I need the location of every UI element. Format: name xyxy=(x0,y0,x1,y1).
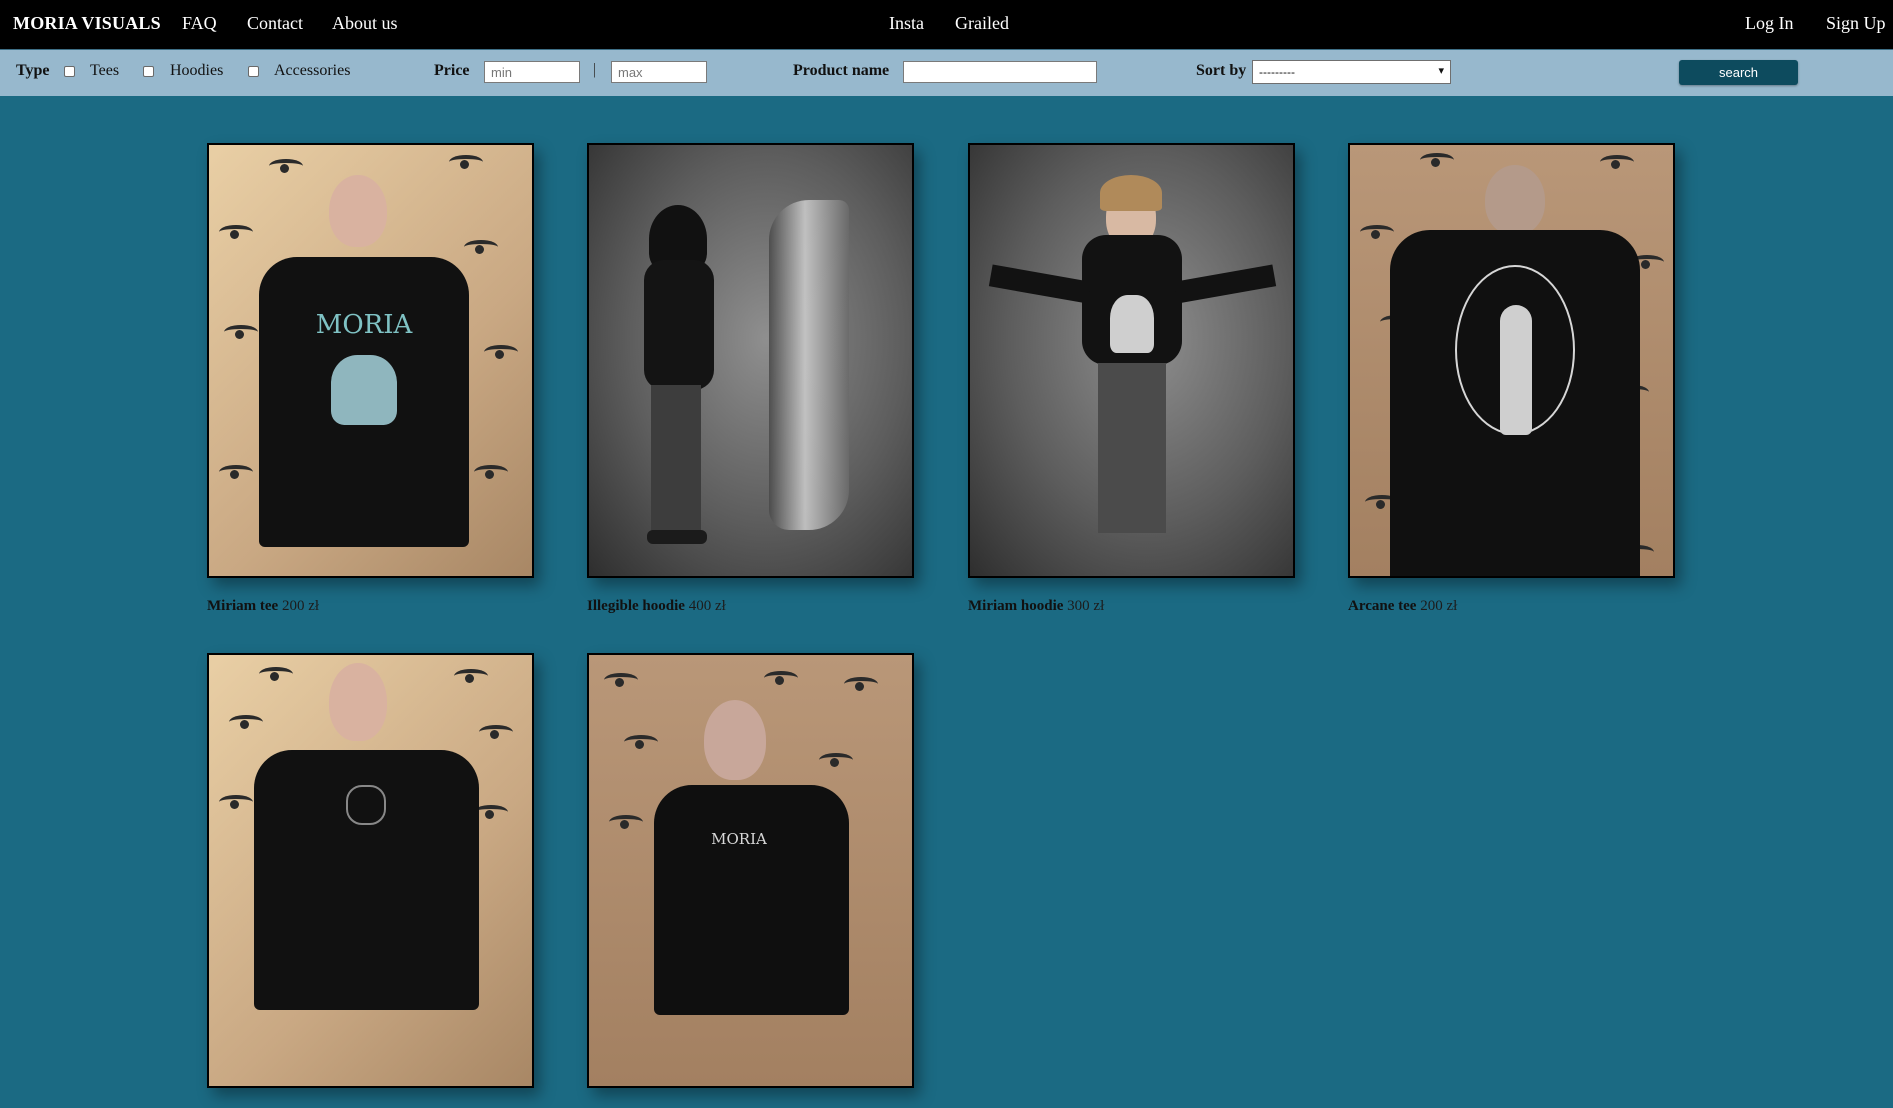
eye-pattern xyxy=(1420,153,1454,167)
chrome-logo-sculpture xyxy=(769,200,849,530)
miriam-face-print xyxy=(1110,295,1154,353)
eye-pattern xyxy=(474,805,508,819)
nav-link-log-in[interactable]: Log In xyxy=(1745,13,1794,34)
model-legs xyxy=(651,385,701,535)
eye-pattern xyxy=(1360,225,1394,239)
product-price: 400 zł xyxy=(688,598,726,614)
eye-pattern xyxy=(464,240,498,254)
product-image[interactable] xyxy=(587,143,914,578)
eye-pattern xyxy=(484,345,518,359)
product-caption: Illegible hoodie 400 zł xyxy=(587,598,914,615)
eye-pattern xyxy=(604,673,638,687)
eye-pattern xyxy=(1600,155,1634,169)
product-price: 200 zł xyxy=(281,598,320,614)
model-head xyxy=(329,175,387,247)
product-image[interactable] xyxy=(968,143,1295,578)
nav-link-faq[interactable]: FAQ xyxy=(182,13,217,34)
eye-pattern xyxy=(474,465,508,479)
nav-link-insta[interactable]: Insta xyxy=(889,13,924,34)
product-image[interactable] xyxy=(207,653,534,1088)
hoodies-label: Hoodies xyxy=(170,62,224,79)
price-max-input[interactable]: max xyxy=(611,61,707,83)
accessories-checkbox[interactable] xyxy=(248,66,259,77)
moria-print-text: MORIA xyxy=(711,830,767,848)
eye-pattern xyxy=(479,725,513,739)
model-head xyxy=(1485,165,1545,235)
filter-bar: Type Tees Hoodies Accessories Price min … xyxy=(0,49,1893,96)
eye-pattern xyxy=(449,155,483,169)
eye-pattern xyxy=(819,753,853,767)
product-caption: Miriam tee 200 zł xyxy=(207,598,534,615)
eye-pattern xyxy=(259,667,293,681)
sort-by-select[interactable]: --------- ▾ xyxy=(1252,60,1451,84)
nav-link-grailed[interactable]: Grailed xyxy=(955,13,1009,34)
type-label: Type xyxy=(16,62,50,79)
product-name[interactable]: Miriam hoodie xyxy=(968,598,1063,614)
product-price: 200 zł xyxy=(1420,598,1458,614)
eye-pattern xyxy=(219,795,253,809)
brand-logo-link[interactable]: MORIA VISUALS xyxy=(13,13,161,34)
tees-label: Tees xyxy=(90,62,120,79)
nav-link-about-us[interactable]: About us xyxy=(332,13,398,34)
product-card[interactable] xyxy=(207,653,534,1108)
eye-pattern xyxy=(224,325,258,339)
product-card[interactable]: Illegible hoodie 400 zł xyxy=(587,143,914,615)
product-image[interactable]: MORIA xyxy=(207,143,534,578)
eye-pattern xyxy=(454,669,488,683)
eye-pattern xyxy=(764,671,798,685)
product-card[interactable]: Arcane tee 200 zł xyxy=(1348,143,1675,615)
eye-pattern xyxy=(229,715,263,729)
model-hoodie xyxy=(644,260,714,390)
moria-print-text: MORIA xyxy=(315,310,413,340)
product-name[interactable]: Miriam tee xyxy=(207,598,278,614)
nav-link-sign-up[interactable]: Sign Up xyxy=(1826,13,1886,34)
price-label: Price xyxy=(434,62,470,79)
model-head xyxy=(704,700,766,780)
price-separator: | xyxy=(593,61,597,78)
small-chest-print xyxy=(346,785,386,825)
product-name[interactable]: Arcane tee xyxy=(1348,598,1416,614)
product-name[interactable]: Illegible hoodie xyxy=(587,598,685,614)
miriam-face-print xyxy=(331,355,397,425)
chevron-down-icon: ▾ xyxy=(1438,65,1444,77)
product-image[interactable] xyxy=(1348,143,1675,578)
hoodies-checkbox[interactable] xyxy=(143,66,154,77)
product-price: 300 zł xyxy=(1067,598,1105,614)
model-right-arm xyxy=(1173,264,1277,304)
model-hair xyxy=(1100,175,1162,211)
top-nav: MORIA VISUALS FAQ Contact About us Insta… xyxy=(0,0,1893,49)
product-name-label: Product name xyxy=(793,62,890,79)
eye-pattern xyxy=(269,159,303,173)
eye-pattern xyxy=(219,465,253,479)
model-left-arm xyxy=(988,264,1092,304)
product-card[interactable]: MORIA xyxy=(587,653,914,1108)
product-card[interactable]: MORIA Miriam tee 200 zł xyxy=(207,143,534,615)
accessories-label: Accessories xyxy=(274,62,351,79)
model-head xyxy=(329,663,387,741)
eye-pattern xyxy=(609,815,643,829)
product-card[interactable]: Miriam hoodie 300 zł xyxy=(968,143,1295,615)
product-image[interactable]: MORIA xyxy=(587,653,914,1088)
tees-checkbox[interactable] xyxy=(64,66,75,77)
search-button[interactable]: search xyxy=(1679,60,1798,85)
product-caption: Arcane tee 200 zł xyxy=(1348,598,1675,615)
model-legs xyxy=(1098,363,1166,533)
model-shoes xyxy=(647,530,707,544)
model-torso xyxy=(654,785,849,1015)
price-min-input[interactable]: min xyxy=(484,61,580,83)
eye-pattern xyxy=(844,677,878,691)
arcane-figure-print xyxy=(1500,305,1532,435)
product-name-input[interactable] xyxy=(903,61,1097,83)
eye-pattern xyxy=(219,225,253,239)
sort-by-label: Sort by xyxy=(1196,62,1247,79)
sort-by-selected-value: --------- xyxy=(1259,65,1295,79)
nav-link-contact[interactable]: Contact xyxy=(247,13,303,34)
eye-pattern xyxy=(624,735,658,749)
product-caption: Miriam hoodie 300 zł xyxy=(968,598,1295,615)
